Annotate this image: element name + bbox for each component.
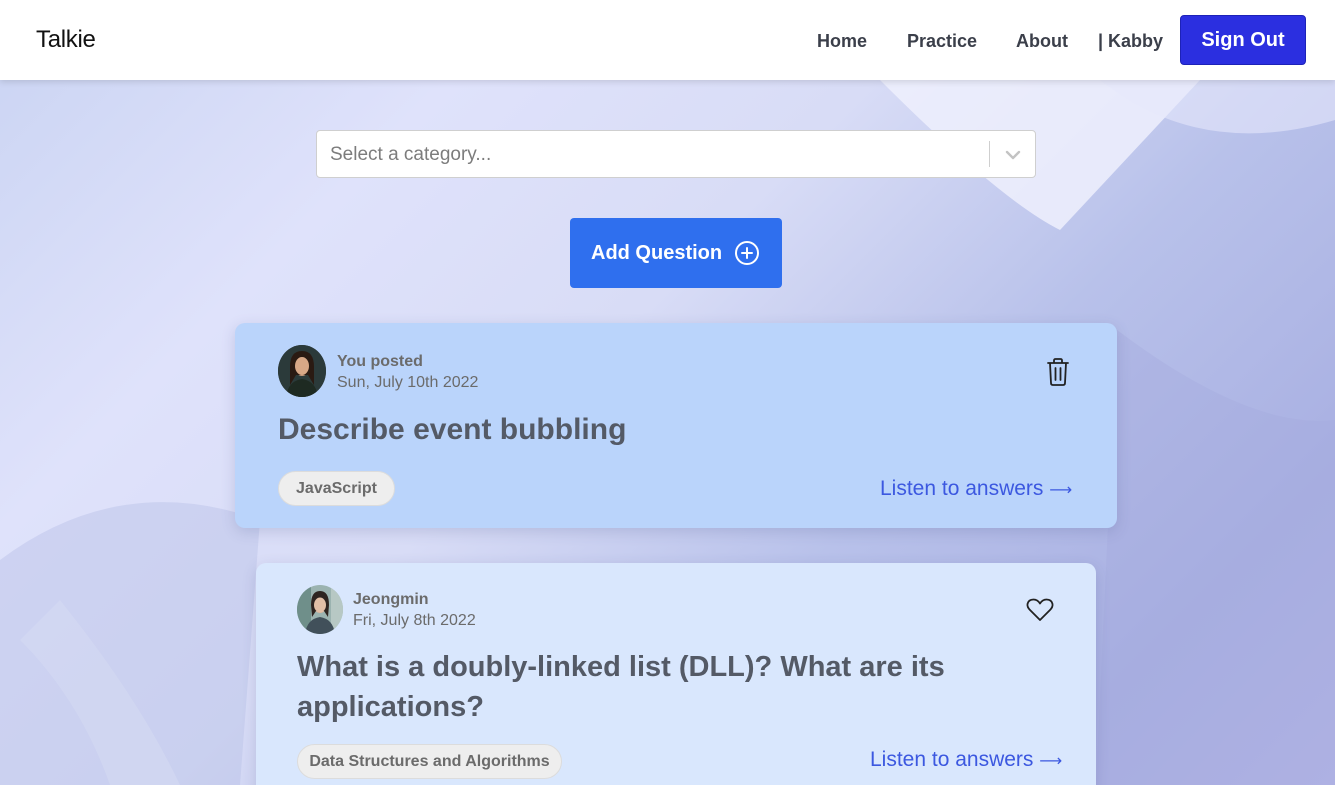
question-title[interactable]: What is a doubly-linked list (DLL)? What… xyxy=(297,647,997,727)
nav-home[interactable]: Home xyxy=(817,31,867,52)
delete-question-button[interactable] xyxy=(1045,357,1071,387)
question-card: You posted Sun, July 10th 2022 Describe … xyxy=(235,323,1117,528)
listen-to-answers-link[interactable]: Listen to answers ⟶ xyxy=(870,748,1062,772)
add-question-label: Add Question xyxy=(591,242,723,264)
long-arrow-right-icon: ⟶ xyxy=(1049,482,1073,499)
brand-logo[interactable]: Talkie xyxy=(36,26,96,54)
category-tag[interactable]: JavaScript xyxy=(278,471,395,506)
long-arrow-right-icon: ⟶ xyxy=(1039,753,1063,770)
add-question-button[interactable]: Add Question xyxy=(570,218,782,288)
like-button[interactable] xyxy=(1026,597,1054,623)
listen-to-answers-link[interactable]: Listen to answers ⟶ xyxy=(880,477,1072,501)
current-user: | Kabby xyxy=(1098,31,1164,51)
question-title[interactable]: Describe event bubbling xyxy=(278,413,626,447)
question-author: Jeongmin xyxy=(353,591,429,608)
listen-label: Listen to answers xyxy=(870,748,1034,771)
trash-icon xyxy=(1047,358,1069,386)
plus-circle-icon xyxy=(735,241,759,265)
select-separator xyxy=(989,141,990,167)
question-date: Fri, July 8th 2022 xyxy=(353,612,476,629)
nav-practice[interactable]: Practice xyxy=(907,31,977,52)
chevron-down-icon[interactable] xyxy=(1003,145,1023,165)
category-select-placeholder: Select a category... xyxy=(330,144,492,165)
avatar xyxy=(297,585,343,634)
avatar xyxy=(278,345,326,397)
category-tag[interactable]: Data Structures and Algorithms xyxy=(297,744,562,779)
heart-icon xyxy=(1026,598,1054,621)
question-author: You posted xyxy=(337,353,423,370)
nav-about[interactable]: About xyxy=(1016,31,1068,52)
top-navbar: Talkie Home Practice About | Kabby Sign … xyxy=(0,0,1335,80)
question-date: Sun, July 10th 2022 xyxy=(337,374,479,391)
question-card: Jeongmin Fri, July 8th 2022 What is a do… xyxy=(256,563,1096,785)
category-select[interactable]: Select a category... xyxy=(316,130,1036,178)
sign-out-button[interactable]: Sign Out xyxy=(1180,15,1306,65)
listen-label: Listen to answers xyxy=(880,477,1044,500)
